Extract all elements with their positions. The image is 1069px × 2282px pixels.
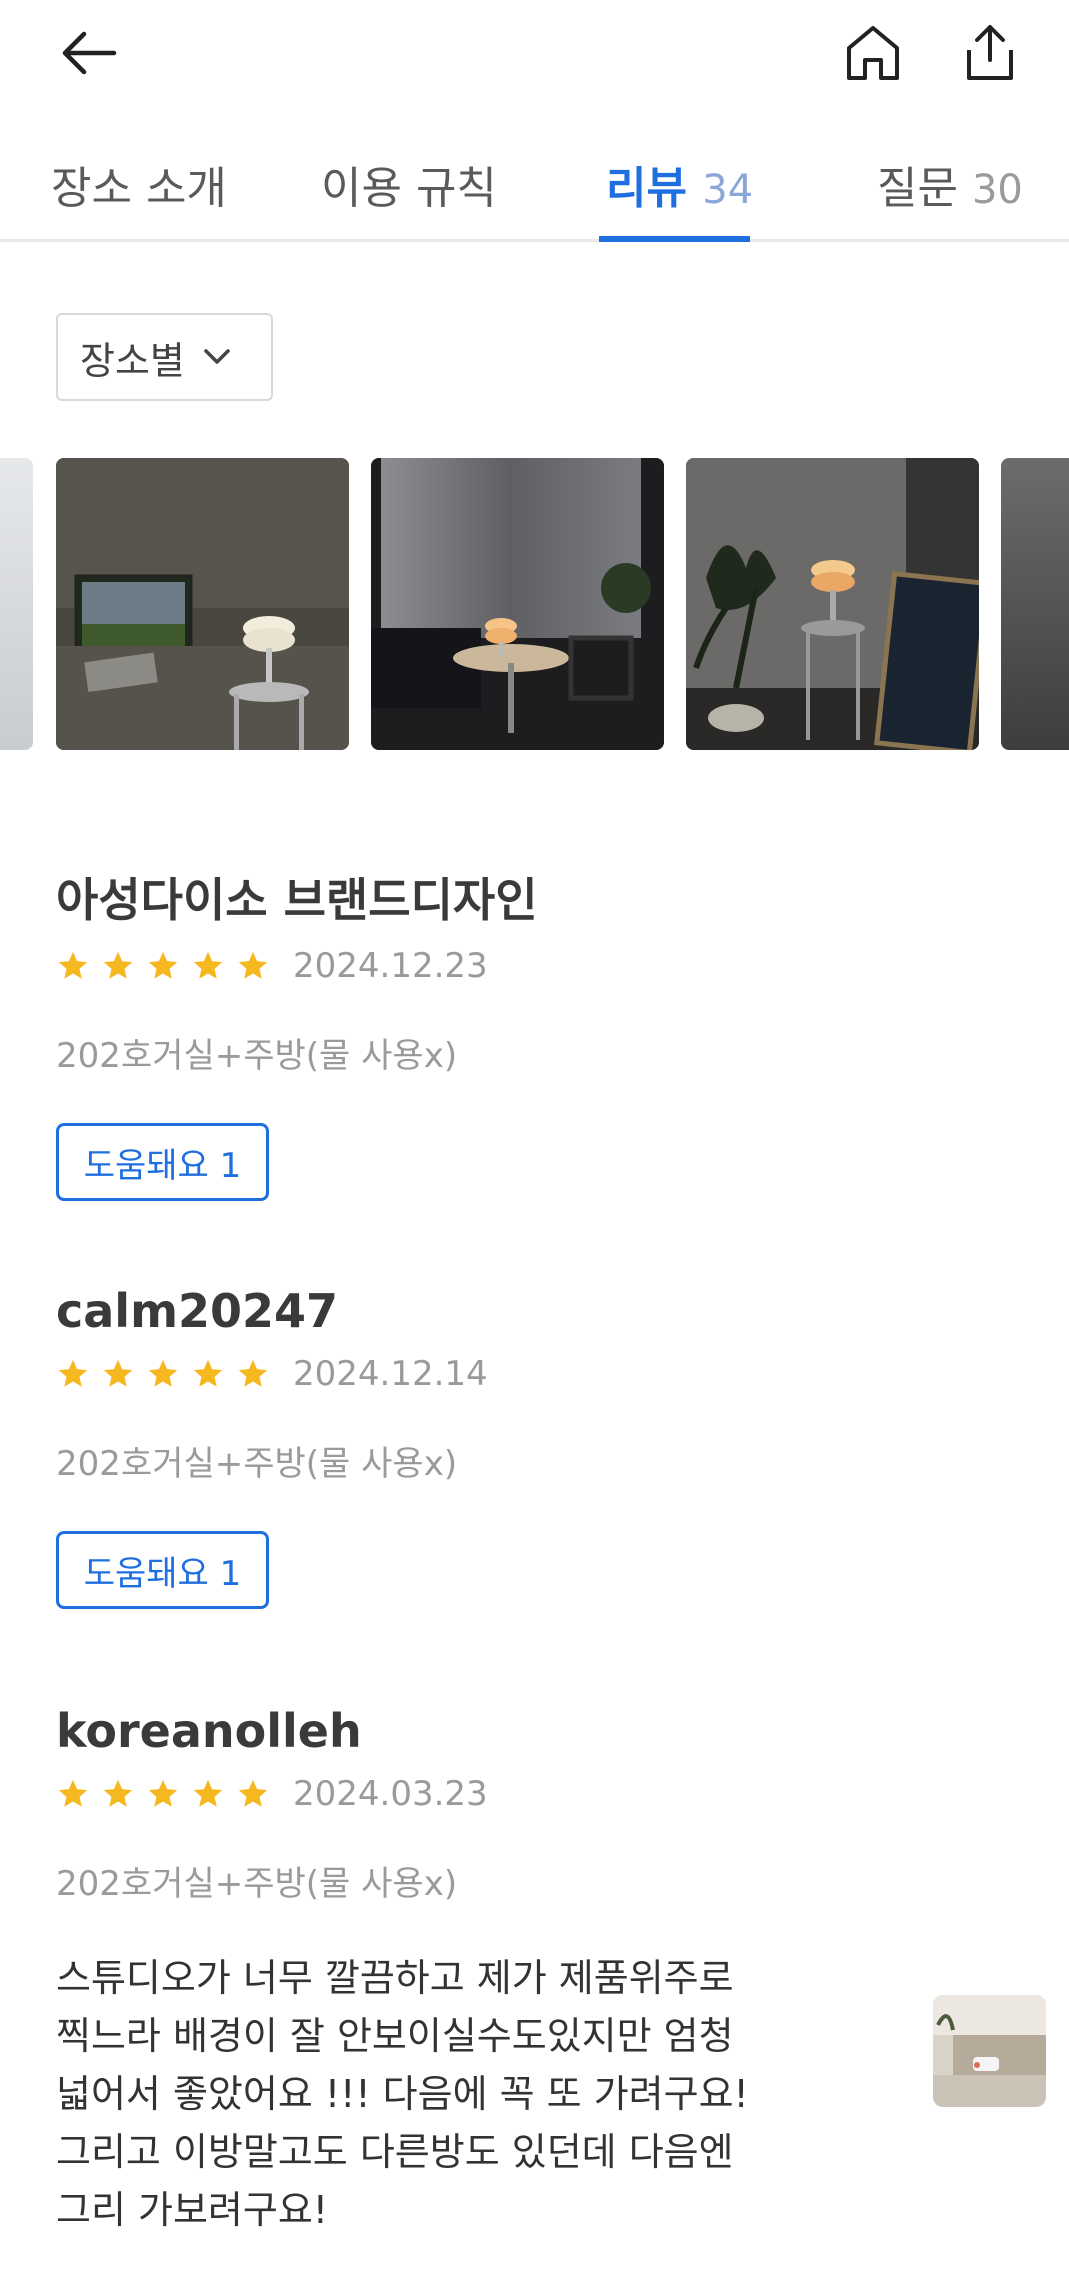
review-photo[interactable] (56, 458, 349, 750)
tab-label: 장소 소개 (51, 163, 227, 214)
home-icon (847, 26, 899, 80)
star-icon (148, 951, 178, 979)
tab-label: 이용 규칙 (321, 163, 497, 214)
review-photo[interactable] (371, 458, 664, 750)
tab-rules[interactable]: 이용 규칙 (321, 152, 497, 216)
star-rating (56, 1357, 281, 1391)
photo-lamp-table (371, 458, 664, 750)
star-icon (58, 951, 88, 979)
review-item: calm20247 2024.12.14 202호거실+주방(물 사용x) 도움… (56, 1284, 1016, 1609)
review-room: 202호거실+주방(물 사용x) (56, 1444, 458, 1484)
review-thumbnail[interactable] (933, 1995, 1046, 2107)
star-icon (148, 1779, 178, 1807)
helpful-button[interactable]: 도움돼요 1 (56, 1123, 269, 1201)
star-rating (56, 1777, 281, 1811)
tab-intro[interactable]: 장소 소개 (51, 152, 227, 216)
review-date: 2024.03.23 (293, 1774, 488, 1814)
top-bar (0, 0, 1069, 110)
photo-studio-thumb (933, 1995, 1046, 2107)
star-icon (148, 1359, 178, 1387)
tab-count: 30 (971, 167, 1023, 213)
star-icon (193, 1359, 223, 1387)
arrow-left-icon (62, 31, 117, 75)
star-icon (58, 1779, 88, 1807)
review-photo[interactable] (686, 458, 979, 750)
star-icon (193, 1779, 223, 1807)
reviewer-name: calm20247 (56, 1284, 339, 1338)
review-photo-gallery[interactable] (0, 458, 1069, 750)
star-icon (103, 951, 133, 979)
star-icon (103, 1779, 133, 1807)
review-room: 202호거실+주방(물 사용x) (56, 1864, 458, 1904)
share-icon (967, 25, 1013, 80)
tab-count: 34 (702, 167, 754, 213)
star-icon (238, 1359, 268, 1387)
photo-lamp-plant (686, 458, 979, 750)
review-date: 2024.12.14 (293, 1354, 488, 1394)
review-item: 아성다이소 브랜드디자인 2024.12.23 202호거실+주방(물 사용x)… (56, 864, 1016, 1201)
tab-label: 리뷰 (606, 163, 687, 214)
tab-reviews[interactable]: 리뷰 34 (606, 152, 753, 216)
star-icon (193, 951, 223, 979)
review-photo[interactable] (0, 458, 33, 750)
review-date: 2024.12.23 (293, 946, 488, 986)
review-photo[interactable] (1001, 458, 1069, 750)
photo-lamp-sofa (56, 458, 349, 750)
section-tabs: 장소 소개 이용 규칙 리뷰 34 질문 30 (0, 110, 1069, 242)
tab-label: 질문 (877, 163, 958, 214)
reviewer-name: koreanolleh (56, 1704, 362, 1758)
home-button[interactable] (838, 18, 908, 88)
active-tab-indicator (599, 236, 750, 242)
location-filter-dropdown[interactable]: 장소별 (56, 313, 273, 401)
review-room: 202호거실+주방(물 사용x) (56, 1036, 458, 1076)
star-icon (58, 1359, 88, 1387)
star-icon (238, 1779, 268, 1807)
share-button[interactable] (955, 18, 1025, 88)
review-item: koreanolleh 2024.03.23 202호거실+주방(물 사용x) … (56, 1704, 1046, 2239)
review-text: 스튜디오가 너무 깔끔하고 제가 제품위주로 찍느라 배경이 잘 안보이실수도있… (56, 1956, 749, 2232)
back-button[interactable] (54, 18, 124, 88)
chevron-down-icon (204, 349, 230, 364)
reviewer-name: 아성다이소 브랜드디자인 (56, 873, 538, 927)
star-icon (103, 1359, 133, 1387)
star-rating (56, 949, 281, 983)
filter-label: 장소별 (80, 338, 185, 383)
tab-questions[interactable]: 질문 30 (877, 152, 1023, 216)
star-icon (238, 951, 268, 979)
helpful-button[interactable]: 도움돼요 1 (56, 1531, 269, 1609)
